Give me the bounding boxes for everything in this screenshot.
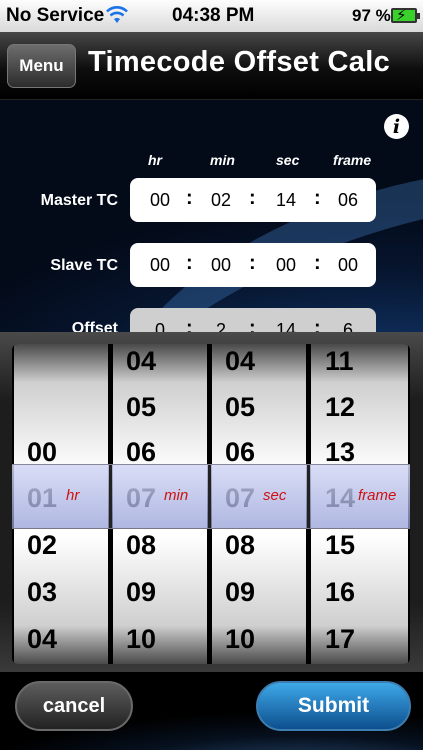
separator: : (249, 252, 256, 274)
column-header-min: min (210, 152, 235, 168)
wheel-item: 03 (27, 577, 58, 607)
wheel-item: 09 (126, 577, 157, 607)
picker-wheels: 00 01 02 03 04 04 05 06 07 08 09 10 04 0… (12, 344, 410, 664)
offset-min: 2 (215, 320, 226, 332)
wheel-item: 09 (225, 577, 256, 607)
separator: : (249, 317, 256, 332)
status-bar: No Service 04:38 PM 97 % ⚡ (0, 0, 423, 32)
offset-field: 0 : 2 : 14 : 6 (130, 308, 376, 332)
offset-frame: 6 (342, 320, 353, 332)
wheel-item-selected: 07 (225, 483, 256, 513)
slave-tc-min: 00 (210, 255, 232, 275)
wheel-item: 15 (325, 530, 356, 560)
slave-tc-hr: 00 (149, 255, 171, 275)
master-tc-field[interactable]: 00 : 02 : 14 : 06 (130, 178, 376, 222)
page-title: Timecode Offset Calc (88, 46, 391, 78)
separator: : (186, 252, 193, 274)
wheel-item: 05 (225, 392, 256, 422)
action-bar: cancel Submit (0, 672, 423, 750)
column-header-frame: frame (333, 152, 372, 168)
wheel-item: 04 (27, 624, 58, 654)
charging-bolt-icon: ⚡ (396, 7, 407, 24)
wheel-item: 04 (126, 346, 157, 376)
slave-tc-sec: 00 (275, 255, 297, 275)
wheel-item-selected: 01 (27, 483, 58, 513)
master-tc-label: Master TC (40, 192, 118, 209)
wheel-item: 13 (325, 437, 356, 467)
wheel-item: 02 (27, 530, 58, 560)
picker-unit-frame: frame (358, 487, 397, 504)
offset-label: Offset (71, 320, 118, 332)
slave-tc-frame: 00 (337, 255, 359, 275)
master-tc-sec: 14 (275, 190, 297, 210)
column-header-hr: hr (148, 152, 162, 168)
navigation-bar: Menu Timecode Offset Calc (0, 32, 423, 100)
menu-button[interactable]: Menu (7, 44, 76, 88)
wheel-item: 12 (325, 392, 356, 422)
slave-tc-field[interactable]: 00 : 00 : 00 : 00 (130, 243, 376, 287)
wheel-item: 05 (126, 392, 157, 422)
separator: : (314, 317, 321, 332)
column-header-sec: sec (276, 152, 300, 168)
master-tc-frame: 06 (337, 190, 359, 210)
wheel-item: 10 (225, 624, 256, 654)
offset-hr: 0 (154, 320, 165, 332)
master-tc-min: 02 (210, 190, 232, 210)
wheel-item: 16 (325, 577, 356, 607)
offset-sec: 14 (275, 320, 297, 332)
slave-tc-label: Slave TC (50, 257, 118, 274)
wheel-item: 11 (325, 346, 354, 376)
wheel-item: 08 (225, 530, 256, 560)
info-icon[interactable]: i (384, 114, 409, 139)
wheel-item: 06 (225, 437, 256, 467)
wheel-item: 00 (27, 437, 58, 467)
battery-percent: 97 % (352, 6, 391, 25)
wheel-item: 17 (325, 624, 356, 654)
carrier-label: No Service (6, 5, 105, 26)
picker-wheel-frame[interactable]: 11 12 13 14 15 16 17 (311, 344, 408, 664)
picker-wheel-hr[interactable]: 00 01 02 03 04 (14, 344, 108, 664)
separator: : (314, 252, 321, 274)
wheel-item: 06 (126, 437, 157, 467)
separator: : (186, 187, 193, 209)
master-tc-hr: 00 (149, 190, 171, 210)
clock: 04:38 PM (172, 5, 255, 26)
picker-unit-sec: sec (263, 487, 287, 504)
picker-unit-hr: hr (66, 487, 80, 504)
wheel-item-selected: 07 (126, 483, 157, 513)
separator: : (186, 317, 193, 332)
picker-wheel-sec[interactable]: 04 05 06 07 08 09 10 (212, 344, 306, 664)
separator: : (249, 187, 256, 209)
submit-button[interactable]: Submit (256, 681, 411, 731)
calculator-panel: i hr min sec frame Master TC 00 : 02 : 1… (0, 100, 423, 332)
wheel-item: 04 (225, 346, 256, 376)
wheel-item: 08 (126, 530, 157, 560)
separator: : (314, 187, 321, 209)
wifi-icon (106, 6, 128, 23)
picker-wheel-min[interactable]: 04 05 06 07 08 09 10 (113, 344, 207, 664)
cancel-button[interactable]: cancel (15, 681, 133, 731)
wheel-item: 10 (126, 624, 157, 654)
picker-unit-min: min (164, 487, 189, 504)
